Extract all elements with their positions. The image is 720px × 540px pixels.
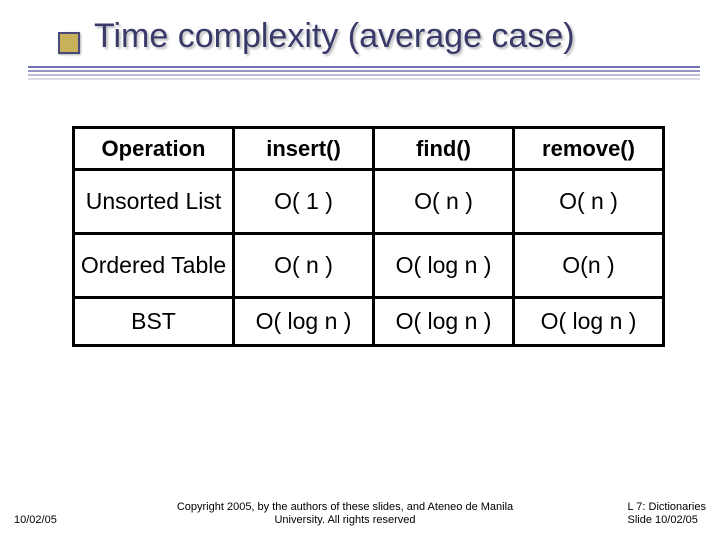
title-underline — [28, 66, 700, 82]
header-operation: Operation — [74, 128, 234, 170]
row-label: BST — [74, 298, 234, 346]
cell: O( 1 ) — [234, 170, 374, 234]
table-header-row: Operation insert() find() remove() — [74, 128, 664, 170]
slide-title: Time complexity (average case) — [94, 18, 720, 55]
row-label: Ordered Table — [74, 234, 234, 298]
header-remove: remove() — [514, 128, 664, 170]
header-insert: insert() — [234, 128, 374, 170]
footer-slide: Slide 10/02/05 — [628, 514, 698, 526]
cell: O(n ) — [514, 234, 664, 298]
table-row: BST O( log n ) O( log n ) O( log n ) — [74, 298, 664, 346]
footer-date: 10/02/05 — [14, 514, 57, 526]
cell: O( n ) — [234, 234, 374, 298]
footer-right: L 7: Dictionaries Slide 10/02/05 — [628, 501, 706, 529]
table-row: Unsorted List O( 1 ) O( n ) O( n ) — [74, 170, 664, 234]
complexity-table: Operation insert() find() remove() Unsor… — [72, 126, 665, 347]
header-find: find() — [374, 128, 514, 170]
row-label: Unsorted List — [74, 170, 234, 234]
footer-copyright: Copyright 2005, by the authors of these … — [130, 501, 560, 529]
cell: O( n ) — [374, 170, 514, 234]
footer-lecture: L 7: Dictionaries — [628, 501, 706, 513]
footer-copyright-line2: University. All rights reserved — [274, 514, 415, 526]
cell: O( log n ) — [514, 298, 664, 346]
cell: O( log n ) — [374, 234, 514, 298]
cell: O( log n ) — [374, 298, 514, 346]
title-container: Time complexity (average case) — [0, 18, 720, 55]
complexity-table-container: Operation insert() find() remove() Unsor… — [72, 126, 662, 347]
cell: O( log n ) — [234, 298, 374, 346]
cell: O( n ) — [514, 170, 664, 234]
table-row: Ordered Table O( n ) O( log n ) O(n ) — [74, 234, 664, 298]
footer-copyright-line1: Copyright 2005, by the authors of these … — [177, 501, 513, 513]
